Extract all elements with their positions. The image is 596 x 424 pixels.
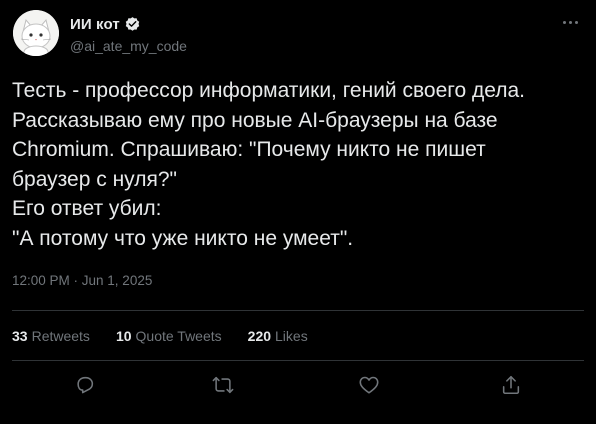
cat-avatar-image: [13, 10, 59, 56]
likes-label: Likes: [275, 328, 308, 344]
dot: [562, 20, 566, 24]
share-icon[interactable]: [498, 372, 524, 398]
retweet-icon-glyph: [212, 376, 234, 394]
avatar[interactable]: [13, 10, 59, 56]
author-block: ИИ кот @ai_ate_my_code: [70, 14, 187, 55]
tweet-text: Тесть - профессор информатики, гений сво…: [12, 76, 584, 253]
heart-icon-glyph: [359, 376, 379, 394]
dot: [568, 20, 572, 24]
verified-badge-icon[interactable]: [124, 16, 141, 33]
retweets-stat[interactable]: 33 Retweets: [12, 328, 90, 344]
retweet-icon[interactable]: [210, 372, 236, 398]
action-bar: [0, 372, 596, 402]
reply-icon[interactable]: [72, 372, 98, 398]
tweet-card: ИИ кот @ai_ate_my_code Тесть - профессор…: [0, 0, 596, 424]
likes-count: 220: [247, 328, 272, 344]
share-icon-glyph: [502, 375, 520, 395]
more-options-icon[interactable]: [556, 12, 584, 32]
reply-icon-glyph: [77, 376, 94, 394]
name-row: ИИ кот: [70, 14, 187, 34]
quotes-count: 10: [115, 328, 132, 344]
heart-icon[interactable]: [356, 372, 382, 398]
engagement-stats: 33 Retweets 10 Quote Tweets 220 Likes: [12, 328, 308, 344]
author-handle[interactable]: @ai_ate_my_code: [70, 38, 187, 54]
tweet-line: Тесть - профессор информатики, гений сво…: [12, 79, 525, 102]
tweet-line: "А потому что уже никто не умеет".: [12, 226, 354, 250]
retweets-label: Retweets: [31, 328, 90, 344]
author-name[interactable]: ИИ кот: [70, 16, 120, 33]
retweets-count: 33: [12, 328, 28, 344]
divider: [12, 310, 584, 311]
likes-stat[interactable]: 220 Likes: [248, 328, 308, 344]
tweet-timestamp[interactable]: 12:00 PM · Jun 1, 2025: [12, 273, 152, 288]
divider: [12, 360, 584, 361]
dot: [574, 20, 578, 24]
quote-tweets-stat[interactable]: 10 Quote Tweets: [116, 328, 222, 344]
tweet-line: браузер с нуля?": [12, 167, 177, 191]
tweet-line: Chromium. Спрашиваю: "Почему никто не пи…: [12, 138, 486, 161]
tweet-line: Рассказываю ему про новые AI-браузеры на…: [12, 108, 498, 132]
tweet-line: Его ответ убил:: [12, 197, 162, 220]
quotes-label: Quote Tweets: [135, 328, 222, 344]
